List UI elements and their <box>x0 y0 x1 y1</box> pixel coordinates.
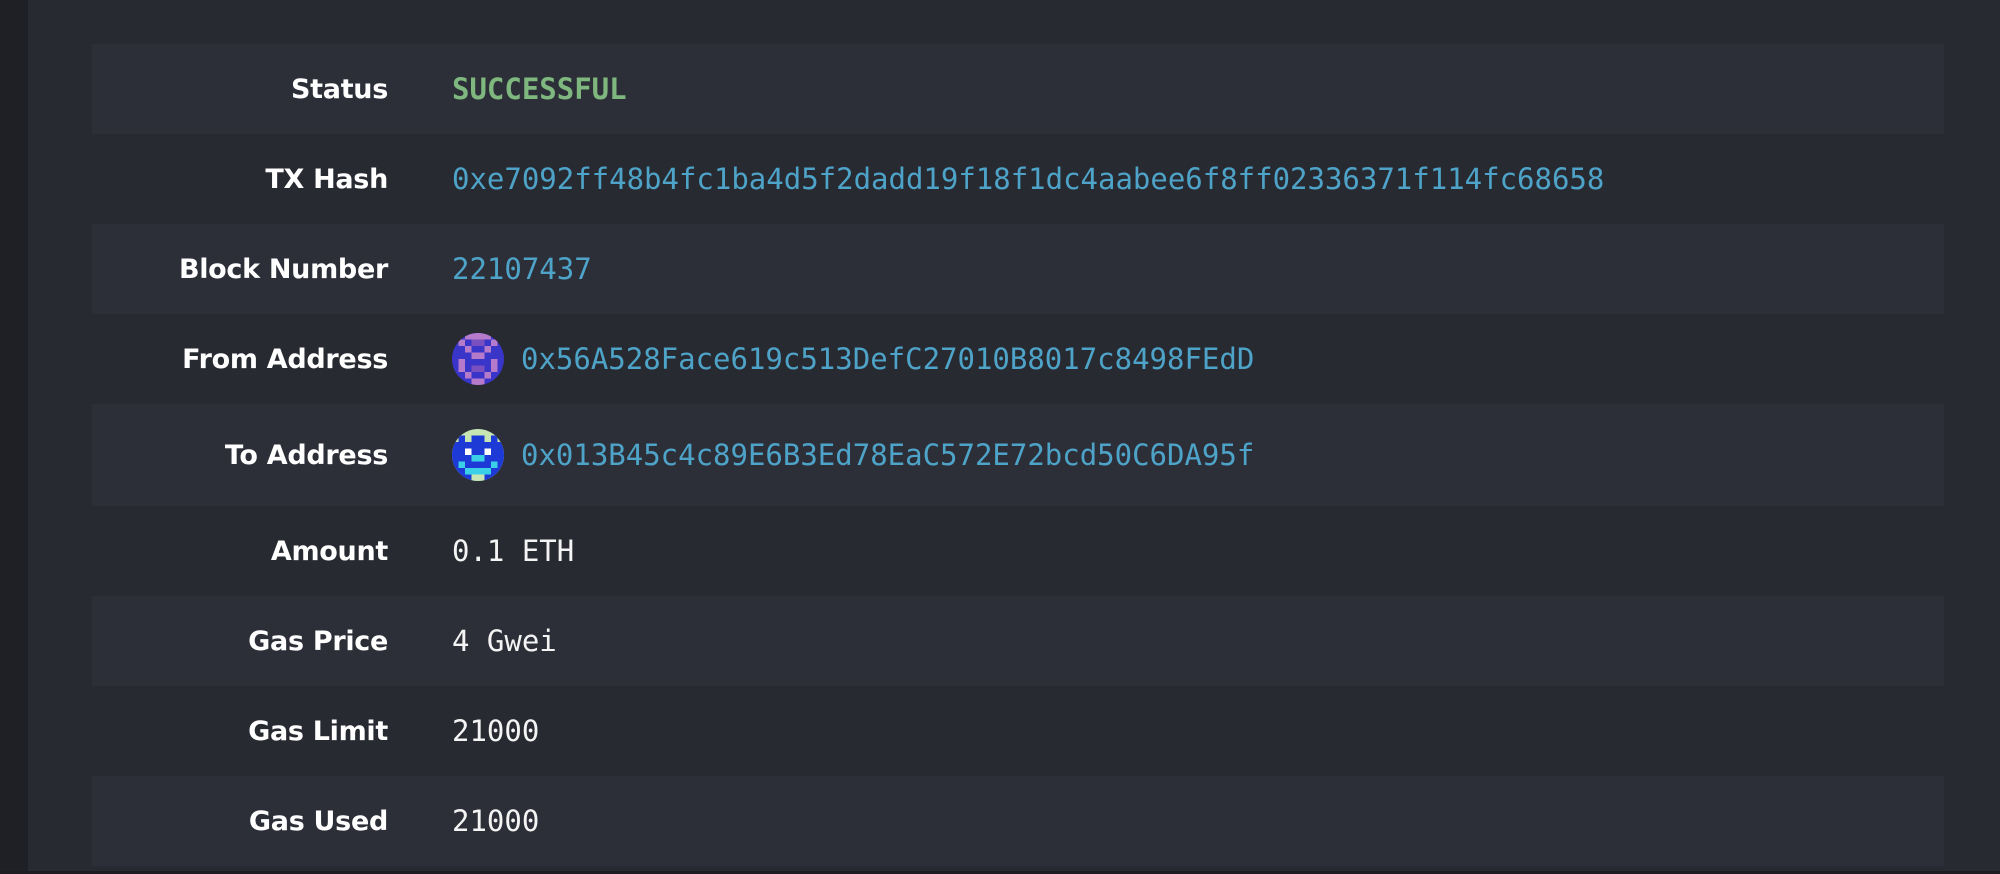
gas-price-row: Gas Price 4 Gwei <box>92 596 1944 686</box>
to-address-row: To Address 0x013B45c4c89E6B3Ed78EaC572E7… <box>92 404 1944 506</box>
to-identicon-icon <box>452 429 504 481</box>
to-address-label: To Address <box>224 439 388 471</box>
block-number-link[interactable]: 22107437 <box>452 252 592 286</box>
gas-limit-label: Gas Limit <box>248 715 388 747</box>
tx-hash-row: TX Hash 0xe7092ff48b4fc1ba4d5f2dadd19f18… <box>92 134 1944 224</box>
amount-label: Amount <box>270 535 388 567</box>
block-number-row: Block Number 22107437 <box>92 224 1944 314</box>
gas-limit-row: Gas Limit 21000 <box>92 686 1944 776</box>
from-address-row: From Address 0x56A528Face619c513DefC2701… <box>92 314 1944 404</box>
gas-price-label: Gas Price <box>248 625 388 657</box>
status-value: SUCCESSFUL <box>452 72 627 106</box>
block-number-label: Block Number <box>178 253 388 285</box>
status-row: Status SUCCESSFUL <box>92 44 1944 134</box>
gas-used-label: Gas Used <box>248 805 388 837</box>
tx-hash-link[interactable]: 0xe7092ff48b4fc1ba4d5f2dadd19f18f1dc4aab… <box>452 162 1604 196</box>
from-address-value: 0x56A528Face619c513DefC27010B8017c8498FE… <box>452 333 1254 385</box>
status-label: Status <box>291 73 388 105</box>
from-address-link[interactable]: 0x56A528Face619c513DefC27010B8017c8498FE… <box>521 342 1254 376</box>
from-address-label: From Address <box>182 343 388 375</box>
gas-limit-value: 21000 <box>452 714 540 748</box>
gas-price-value: 4 Gwei <box>452 624 557 658</box>
from-identicon-icon <box>452 333 504 385</box>
amount-row: Amount 0.1 ETH <box>92 506 1944 596</box>
gas-used-value: 21000 <box>452 804 540 838</box>
to-address-link[interactable]: 0x013B45c4c89E6B3Ed78EaC572E72bcd50C6DA9… <box>521 438 1254 472</box>
tx-hash-label: TX Hash <box>265 163 388 195</box>
gas-used-row: Gas Used 21000 <box>92 776 1944 866</box>
left-sidebar-edge <box>0 0 28 874</box>
amount-value: 0.1 ETH <box>452 534 575 568</box>
transaction-details-panel: Status SUCCESSFUL TX Hash 0xe7092ff48b4f… <box>92 44 1944 866</box>
to-address-value: 0x013B45c4c89E6B3Ed78EaC572E72bcd50C6DA9… <box>452 429 1254 481</box>
